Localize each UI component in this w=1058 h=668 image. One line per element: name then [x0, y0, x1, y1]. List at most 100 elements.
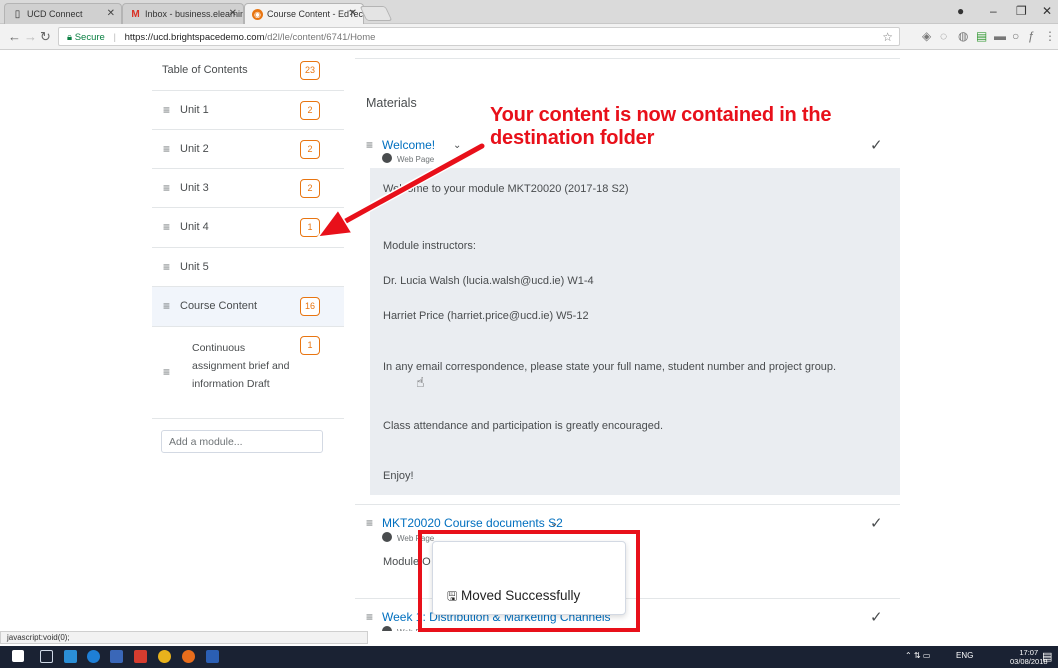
- browser-tab-ucd-connect[interactable]: ▯ UCD Connect ✕: [4, 3, 122, 24]
- bookmark-star-icon[interactable]: ☆: [882, 30, 893, 44]
- extension-icon[interactable]: ▬: [994, 29, 1006, 43]
- window-close-icon[interactable]: ✕: [1042, 4, 1052, 18]
- toc-item-label: Unit 2: [180, 143, 209, 155]
- browser-tab-course-content[interactable]: ◉ Course Content - EdTech ✕: [244, 3, 364, 24]
- count-badge: 1: [300, 218, 320, 237]
- content-item-title[interactable]: Welcome!: [382, 138, 435, 152]
- extension-icon[interactable]: ◌: [940, 29, 947, 43]
- menu-dots-icon[interactable]: ⋮: [1044, 29, 1056, 43]
- toc-item-label: Unit 5: [180, 261, 209, 273]
- annotation-callout: Your content is now contained in the des…: [490, 104, 832, 150]
- explorer-icon[interactable]: [64, 650, 77, 663]
- tray-icons[interactable]: ⌃ ⇅ ▭: [905, 651, 930, 660]
- description-line: In any email correspondence, please stat…: [383, 361, 837, 373]
- drag-handle-icon[interactable]: ≡: [163, 103, 170, 117]
- minimize-icon[interactable]: –: [990, 4, 997, 18]
- maximize-icon[interactable]: ❐: [1016, 4, 1027, 18]
- drag-handle-icon[interactable]: ≡: [366, 610, 373, 624]
- extension-icon[interactable]: ƒ: [1028, 29, 1035, 43]
- toc-item-label: Course Content: [180, 300, 258, 312]
- secure-label: Secure: [74, 32, 105, 43]
- windows-start-icon[interactable]: [12, 650, 24, 662]
- description-line: Enjoy!: [383, 470, 414, 482]
- table-of-contents: Table of Contents 23 ≡ Unit 1 2 ≡ Unit 2…: [152, 51, 352, 631]
- status-bar: javascript:void(0);: [0, 631, 368, 644]
- globe-icon: [382, 626, 392, 631]
- windows-taskbar: ⌃ ⇅ ▭ ENG 17:07 03/08/2018 ▤: [0, 646, 1058, 668]
- toc-item-unit-4[interactable]: ≡ Unit 4 1: [152, 208, 344, 248]
- extension-icon[interactable]: ◍: [958, 29, 968, 43]
- url-input[interactable]: 🔒︎ Secure | https://ucd.brightspacedemo.…: [58, 27, 900, 46]
- url-separator: |: [113, 32, 116, 43]
- drag-handle-icon[interactable]: ≡: [163, 260, 170, 274]
- extension-icon[interactable]: ◈: [922, 29, 931, 43]
- toc-item-unit-2[interactable]: ≡ Unit 2 2: [152, 130, 344, 169]
- tab-label: UCD Connect: [27, 9, 83, 19]
- reload-icon[interactable]: ↻: [40, 29, 51, 45]
- add-module-input[interactable]: Add a module...: [161, 430, 323, 453]
- drag-handle-icon[interactable]: ≡: [163, 181, 170, 195]
- toc-item-unit-1[interactable]: ≡ Unit 1 2: [152, 91, 344, 130]
- chrome-icon[interactable]: [158, 650, 171, 663]
- task-view-icon[interactable]: [40, 650, 53, 663]
- description-line: Class attendance and participation is gr…: [383, 420, 664, 432]
- chevron-down-icon[interactable]: ⌄: [550, 518, 558, 529]
- toc-title: Table of Contents: [162, 64, 248, 76]
- toc-item-unit-3[interactable]: ≡ Unit 3 2: [152, 169, 344, 208]
- browser-tab-bar: ▯ UCD Connect ✕ M Inbox - business.elear…: [0, 0, 1058, 24]
- drag-handle-icon[interactable]: ≡: [163, 142, 170, 156]
- close-icon[interactable]: ✕: [349, 8, 357, 19]
- description-line: Dr. Lucia Walsh (lucia.walsh@ucd.ie) W1-…: [383, 275, 594, 287]
- toc-header[interactable]: Table of Contents 23: [152, 51, 344, 91]
- toc-item-label: Unit 1: [180, 104, 209, 116]
- firefox-icon[interactable]: [182, 650, 195, 663]
- annotation-line: Your content is now contained in the: [490, 104, 832, 126]
- drag-handle-icon[interactable]: ≡: [163, 220, 170, 234]
- count-badge: 2: [300, 140, 320, 159]
- checkmark-icon: ✓: [870, 515, 883, 532]
- selection-notch: [344, 291, 352, 319]
- description-line: Module instructors:: [383, 240, 476, 252]
- content-item-title[interactable]: MKT20020 Course documents S2: [382, 516, 563, 530]
- chevron-down-icon[interactable]: ⌄: [453, 140, 461, 151]
- extension-icon[interactable]: ▤: [976, 29, 987, 43]
- notification-icon[interactable]: ▤: [1042, 650, 1052, 663]
- brightspace-icon: ◉: [252, 9, 263, 20]
- content-type-label: Web Page: [382, 153, 434, 164]
- toc-item-unit-5[interactable]: ≡ Unit 5: [152, 248, 344, 287]
- count-badge: 2: [300, 179, 320, 198]
- close-icon[interactable]: ✕: [229, 8, 237, 19]
- drag-handle-icon[interactable]: ≡: [163, 365, 170, 379]
- count-badge: 16: [300, 297, 321, 316]
- description-line: Harriet Price (harriet.price@ucd.ie) W5-…: [383, 310, 589, 322]
- close-icon[interactable]: ✕: [107, 8, 115, 19]
- language-indicator[interactable]: ENG: [956, 651, 973, 660]
- section-title: Materials: [366, 96, 417, 110]
- drag-handle-icon[interactable]: ≡: [163, 299, 170, 313]
- cursor-hand-icon: ☝︎: [416, 374, 425, 390]
- extension-icon[interactable]: ○: [1012, 29, 1019, 43]
- content-type-text: Web Page: [397, 155, 435, 164]
- back-arrow-icon[interactable]: ←: [8, 29, 21, 44]
- page-icon: ▯: [14, 9, 21, 20]
- drag-handle-icon[interactable]: ≡: [366, 516, 373, 530]
- edge-icon[interactable]: [87, 650, 100, 663]
- new-tab-button[interactable]: [359, 6, 393, 21]
- count-badge: 2: [300, 101, 320, 120]
- lock-icon: 🔒︎: [67, 32, 73, 43]
- drag-handle-icon[interactable]: ≡: [366, 138, 373, 152]
- app-icon[interactable]: [134, 650, 147, 663]
- toc-item-course-content[interactable]: ≡ Course Content 16: [152, 287, 344, 327]
- globe-icon: [382, 153, 392, 163]
- url-host: https://ucd.brightspacedemo.com: [124, 32, 265, 43]
- app-icon[interactable]: [110, 650, 123, 663]
- forward-arrow-icon[interactable]: →: [24, 29, 37, 44]
- profile-icon[interactable]: ●: [957, 4, 964, 18]
- word-icon[interactable]: [206, 650, 219, 663]
- divider: [355, 504, 900, 505]
- browser-tab-inbox[interactable]: M Inbox - business.elearnin ✕: [122, 3, 244, 24]
- count-badge: 1: [300, 336, 320, 355]
- gmail-icon: M: [131, 9, 140, 20]
- checkmark-icon: ✓: [870, 609, 883, 626]
- count-badge: 23: [300, 61, 321, 80]
